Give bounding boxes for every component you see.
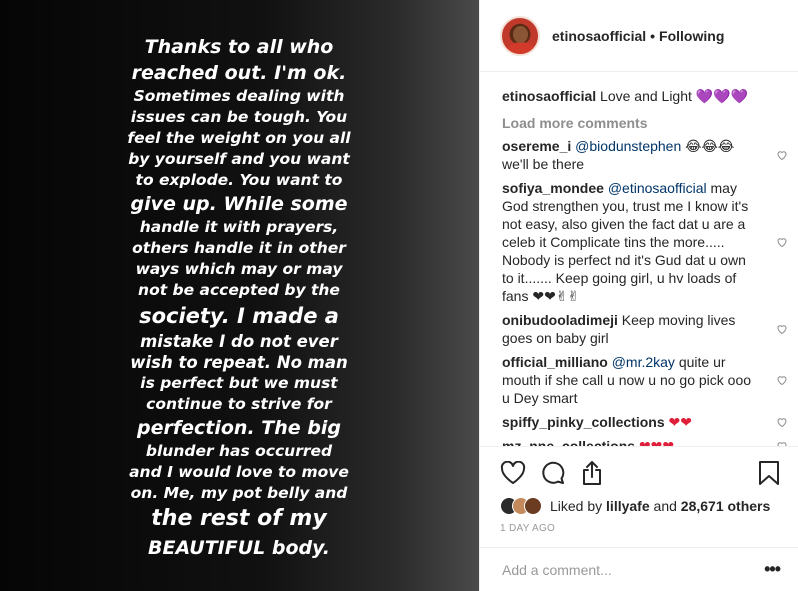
- comment-username[interactable]: spiffy_pinky_collections: [502, 414, 665, 430]
- avatar-body: [507, 41, 535, 54]
- comment-item: sofiya_mondee @etinosaofficial may God s…: [502, 179, 787, 305]
- story-line: BEAUTIFUL body.: [147, 537, 330, 559]
- caption-text: Love and Light: [600, 88, 692, 104]
- comment-mention[interactable]: @etinosaofficial: [608, 180, 707, 196]
- comment-text: ❤❤❤: [638, 438, 675, 446]
- comment-item: spiffy_pinky_collections ❤❤: [502, 413, 787, 431]
- story-line: give up. While some: [130, 193, 348, 215]
- load-more-comments-button[interactable]: Load more comments: [502, 115, 778, 131]
- story-line: by yourself and you want: [128, 150, 350, 168]
- liker-username[interactable]: lillyafe: [606, 498, 650, 514]
- story-line: mistake I do not ever: [140, 332, 338, 351]
- likes-text: Liked by lillyafe and 28,671 others: [550, 498, 770, 514]
- bookmark-icon[interactable]: [758, 460, 780, 486]
- and-label: and: [653, 498, 677, 514]
- story-text: Thanks to all who reached out. I'm ok. S…: [116, 34, 362, 562]
- story-line: to explode. You want to: [135, 171, 343, 189]
- comment-item: mz_nne_collections ❤❤❤: [502, 437, 787, 446]
- post-header: etinosaofficial • Following: [480, 0, 798, 72]
- comment-mention[interactable]: @mr.2kay: [612, 354, 675, 370]
- story-line: handle it with prayers,: [139, 218, 339, 236]
- more-options-icon[interactable]: •••: [764, 559, 781, 580]
- story-line: the rest of my: [151, 506, 327, 531]
- share-icon[interactable]: [580, 460, 604, 486]
- comment-username[interactable]: onibudooladimeji: [502, 312, 618, 328]
- story-line: blunder has occurred: [145, 442, 333, 460]
- comment-item: onibudooladimeji Keep moving lives goes …: [502, 311, 787, 347]
- heart-icon[interactable]: [500, 461, 526, 485]
- story-line: continue to strive for: [146, 395, 332, 413]
- story-line: others handle it in other: [132, 239, 346, 257]
- post-image[interactable]: Thanks to all who reached out. I'm ok. S…: [0, 0, 479, 591]
- post-timestamp[interactable]: 1 DAY AGO: [500, 523, 780, 534]
- post-sidebar: etinosaofficial • Following etinosaoffic…: [479, 0, 798, 591]
- comment-like-heart-icon[interactable]: [776, 323, 788, 335]
- comment-text: ❤❤: [668, 414, 692, 430]
- comment-like-heart-icon[interactable]: [776, 416, 788, 428]
- comment-like-heart-icon[interactable]: [776, 149, 788, 161]
- comment-like-heart-icon[interactable]: [776, 374, 788, 386]
- story-line: feel the weight on you all: [127, 129, 351, 147]
- post-actions: Liked by lillyafe and 28,671 others 1 DA…: [480, 446, 798, 534]
- comment-mention[interactable]: @biodunstephen: [575, 138, 681, 154]
- comment-username[interactable]: osereme_i: [502, 138, 571, 154]
- story-line: wish to repeat. No man: [130, 353, 348, 372]
- following-button[interactable]: Following: [659, 28, 724, 44]
- separator-dot: •: [650, 27, 656, 44]
- likes-count[interactable]: 28,671 others: [681, 498, 771, 514]
- add-comment-bar: •••: [480, 547, 798, 591]
- post-caption: etinosaofficial Love and Light 💜💜💜: [502, 87, 778, 105]
- profile-avatar[interactable]: [500, 15, 540, 56]
- liker-avatar: [524, 497, 542, 515]
- story-line: is perfect but we must: [140, 374, 338, 392]
- action-icon-row: [500, 459, 780, 487]
- likes-summary: Liked by lillyafe and 28,671 others: [500, 497, 780, 515]
- liker-avatars[interactable]: [500, 497, 542, 515]
- story-line: issues can be tough. You: [130, 108, 348, 126]
- comment-input[interactable]: [502, 561, 765, 578]
- comment-like-heart-icon[interactable]: [776, 236, 788, 248]
- caption-emoji: 💜💜💜: [695, 88, 749, 104]
- story-line: on. Me, my pot belly and: [130, 484, 348, 502]
- story-line: ways which may or may: [135, 260, 343, 278]
- story-line: reached out. I'm ok.: [131, 62, 347, 84]
- comment-text: may God strengthen you, trust me I know …: [502, 180, 749, 304]
- comment-item: official_milliano @mr.2kay quite ur mout…: [502, 353, 787, 407]
- header-username[interactable]: etinosaofficial: [552, 28, 646, 44]
- caption-username[interactable]: etinosaofficial: [502, 88, 596, 104]
- comment-username[interactable]: mz_nne_collections: [502, 438, 635, 446]
- avatar-face: [513, 25, 528, 43]
- comment-item: osereme_i @biodunstephen 😂😂😂 we'll be th…: [502, 137, 787, 173]
- instagram-post: Thanks to all who reached out. I'm ok. S…: [0, 0, 798, 591]
- story-line: society. I made a: [139, 304, 339, 328]
- liked-by-label: Liked by: [550, 498, 603, 514]
- story-line: perfection. The big: [137, 417, 341, 439]
- story-line: and I would love to move: [129, 463, 349, 481]
- comments-list[interactable]: etinosaofficial Love and Light 💜💜💜 Load …: [480, 73, 798, 446]
- comment-username[interactable]: sofiya_mondee: [502, 180, 604, 196]
- story-line: not be accepted by the: [138, 281, 340, 299]
- comment-username[interactable]: official_milliano: [502, 354, 608, 370]
- comment-icon[interactable]: [540, 460, 566, 486]
- story-line: Thanks to all who: [144, 36, 334, 58]
- story-line: Sometimes dealing with: [133, 87, 345, 105]
